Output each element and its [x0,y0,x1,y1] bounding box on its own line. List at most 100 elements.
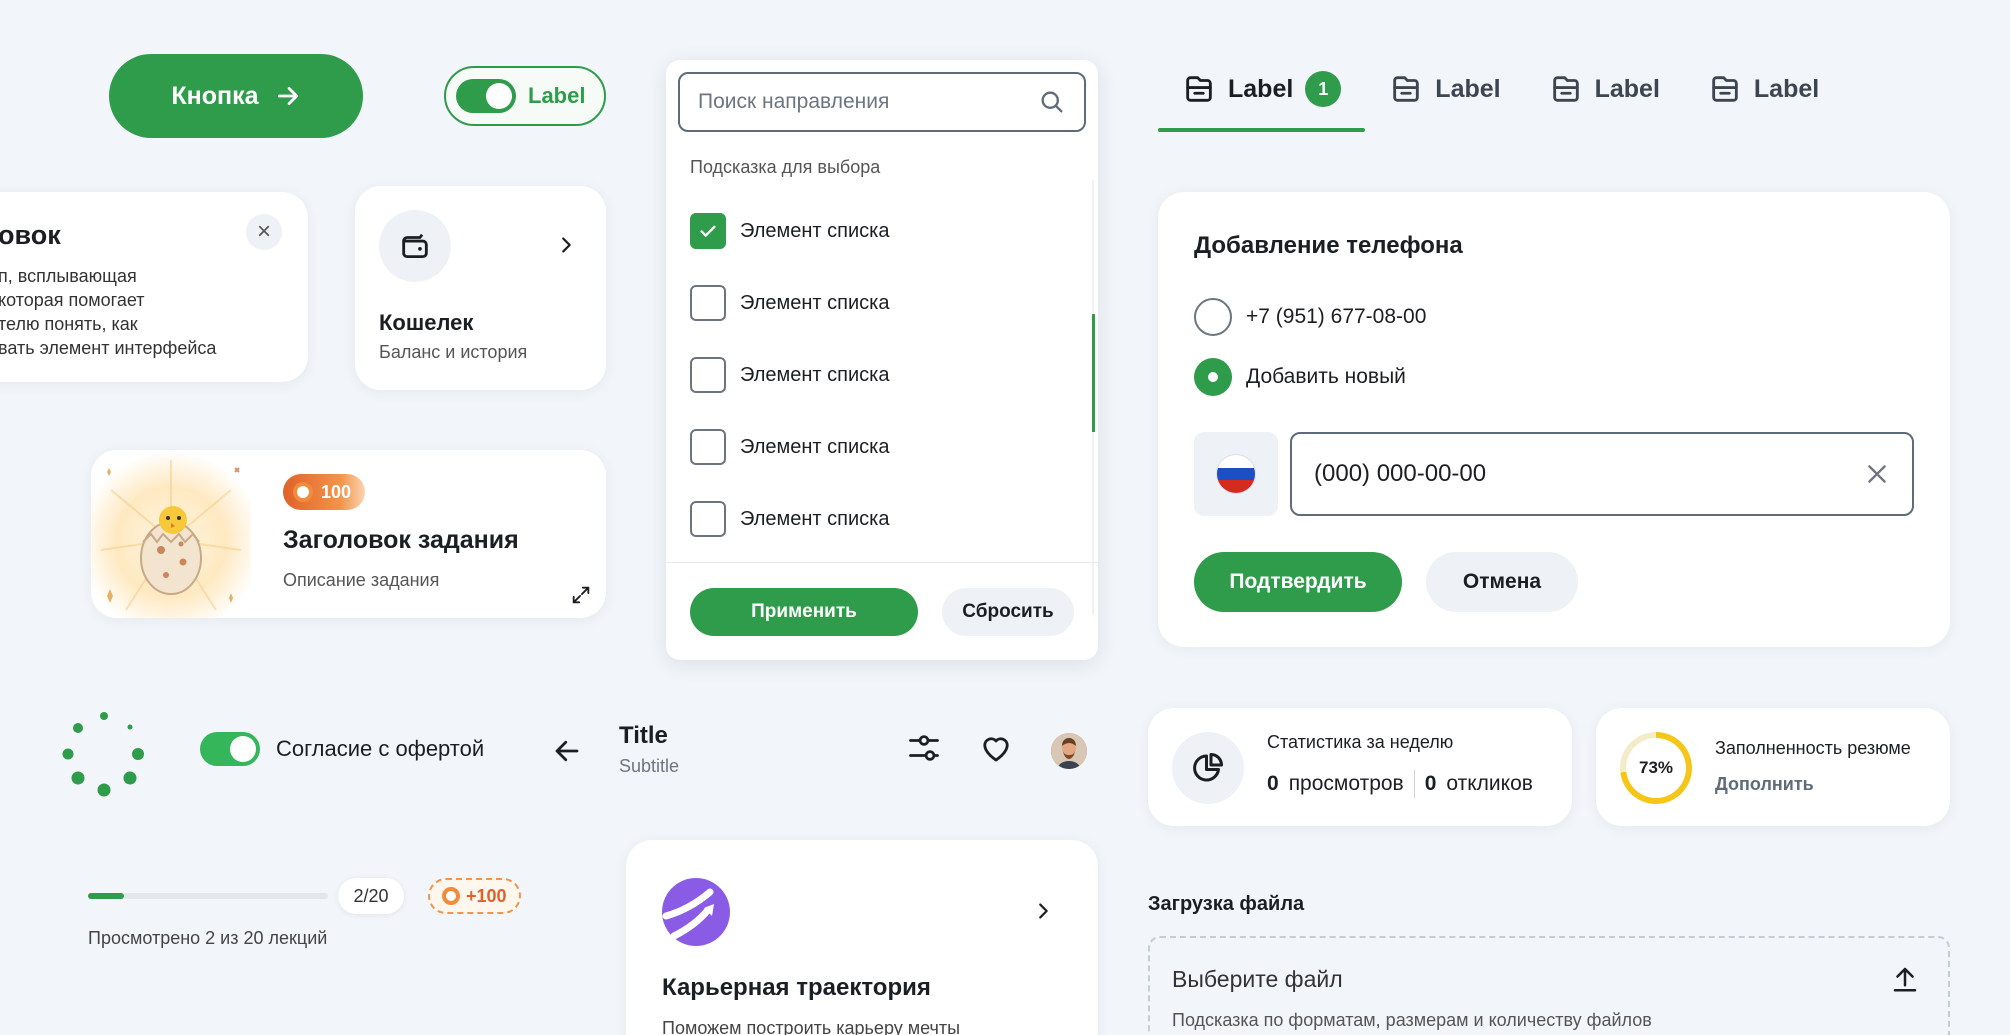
clear-icon[interactable] [1864,461,1890,487]
list-item[interactable]: Элемент списка [690,339,889,411]
radio-button-selected[interactable] [1194,358,1232,396]
phone-input-placeholder: (000) 000-00-00 [1314,460,1487,487]
folder-icon [1393,76,1420,102]
stats-title: Статистика за неделю [1267,732,1454,752]
phone-option-existing[interactable]: +7 (951) 677-08-00 [1194,298,1426,336]
confirm-button[interactable]: Подтвердить [1194,552,1402,612]
apply-button[interactable]: Применить [690,588,918,636]
upload-title: Выберите файл [1172,966,1343,992]
folder-icon [1186,76,1212,102]
complete-resume-link[interactable]: Дополнить [1715,774,1814,795]
header-subtitle: Subtitle [619,756,680,776]
back-arrow-icon[interactable] [552,736,582,766]
checkbox[interactable] [690,357,726,393]
radio-label: +7 (951) 677-08-00 [1246,305,1427,328]
phone-card-title: Добавление телефона [1194,232,1463,259]
user-avatar[interactable] [1051,733,1087,769]
tab-4[interactable]: Label [1684,52,1843,132]
expand-icon[interactable] [570,584,592,606]
list-item[interactable]: Элемент списка [690,411,889,483]
pie-chart-icon [1172,732,1244,804]
list-item-label: Элемент списка [740,363,890,386]
list-item[interactable]: Элемент списка [690,483,889,555]
dropdown-list: Элемент списка Элемент списка Элемент сп… [690,213,889,574]
checkbox[interactable] [690,429,726,465]
checkbox-checked[interactable] [690,213,726,249]
list-item[interactable]: Элемент списка [690,195,889,267]
task-description: Описание задания [283,570,440,590]
checkbox[interactable] [690,285,726,321]
primary-button[interactable]: Кнопка [109,54,363,138]
task-title: Заголовок задания [283,526,519,554]
wallet-icon [379,210,451,282]
views-label: просмотров [1288,772,1404,795]
toggle-switch[interactable] [456,79,516,113]
coin-icon [442,887,460,905]
progress-fill [88,893,124,899]
list-item-label: Элемент списка [740,507,890,530]
folder-icon [1712,76,1738,102]
divider [1413,770,1415,798]
radio-label: Добавить новый [1246,365,1406,388]
reward-badge: +100 [428,878,521,914]
lectures-progress-bar [88,893,328,899]
checkbox[interactable] [690,501,726,537]
toggle-switch[interactable] [200,732,260,766]
responses-count: 0 [1424,772,1437,795]
upload-label: Загрузка файла [1148,893,1305,915]
career-description: Поможем построить карьеру мечты [662,1018,961,1035]
progress-count: 2/20 [338,878,404,914]
responses-label: откликов [1446,772,1533,795]
label-toggle-chip[interactable]: Label [444,66,606,126]
career-card[interactable]: Карьерная траектория Поможем построить к… [626,840,1098,1035]
search-input[interactable]: Поиск направления [678,72,1086,132]
task-card[interactable]: 100 Заголовок задания Описание задания [91,450,606,618]
tab-label: Label [1594,74,1660,103]
radio-button[interactable] [1194,298,1232,336]
dropdown-hint: Подсказка для выбора [690,157,881,177]
egg-chick-illustration [91,450,251,618]
tab-1[interactable]: Label 1 [1158,52,1366,132]
divider [666,562,1098,563]
resume-title: Заполненность резюме [1715,738,1911,758]
tooltip-popover: овок × п, всплывающая которая помогает т… [0,192,308,382]
weekly-stats-card[interactable]: Статистика за неделю 0 просмотров 0 откл… [1148,708,1572,826]
cancel-button[interactable]: Отмена [1426,552,1578,612]
consent-toggle[interactable]: Согласие с офертой [200,732,484,766]
tooltip-title: овок [0,220,61,250]
wallet-title: Кошелек [379,310,474,335]
reward-amount: +100 [466,885,507,906]
career-trajectory-icon [662,878,730,946]
progress-ring: 73% [1620,732,1692,804]
stats-values: 0 просмотров 0 откликов [1267,770,1533,798]
tab-bar: Label 1 Label Label Label [1158,52,1843,132]
coin-amount: 100 [321,481,352,502]
add-phone-card: Добавление телефона +7 (951) 677-08-00 Д… [1158,192,1950,647]
check-icon [700,225,716,237]
chevron-right-icon [1039,903,1048,919]
heart-icon[interactable] [978,730,1014,766]
reset-button[interactable]: Сбросить [942,588,1074,636]
file-dropzone[interactable]: Выберите файл Подсказка по форматам, раз… [1148,936,1950,1035]
wallet-card[interactable]: Кошелек Баланс и история [355,186,606,390]
filter-sliders-icon[interactable] [906,730,942,766]
career-title: Карьерная траектория [662,974,931,1001]
close-icon[interactable]: × [246,214,282,250]
upload-hint: Подсказка по форматам, размерам и количе… [1172,1010,1652,1030]
phone-input[interactable]: (000) 000-00-00 [1290,432,1914,516]
tab-3[interactable]: Label [1525,52,1684,132]
direction-dropdown: Поиск направления Подсказка для выбора Э… [666,60,1098,660]
tab-2[interactable]: Label [1365,52,1524,132]
resume-completeness-card[interactable]: 73% Заполненность резюме Дополнить [1596,708,1950,826]
tab-label: Label [1753,74,1820,103]
scrollbar[interactable] [1092,180,1095,615]
tooltip-body: п, всплывающая которая помогает телю пон… [0,266,217,358]
search-icon [1041,91,1063,113]
phone-option-new[interactable]: Добавить новый [1194,358,1406,396]
list-item[interactable]: Элемент списка [690,267,889,339]
coin-badge: 100 [283,474,366,510]
tab-label: Label [1228,74,1294,103]
country-selector[interactable] [1194,432,1278,516]
upload-icon[interactable] [1890,964,1920,994]
loading-spinner-icon [62,712,144,797]
